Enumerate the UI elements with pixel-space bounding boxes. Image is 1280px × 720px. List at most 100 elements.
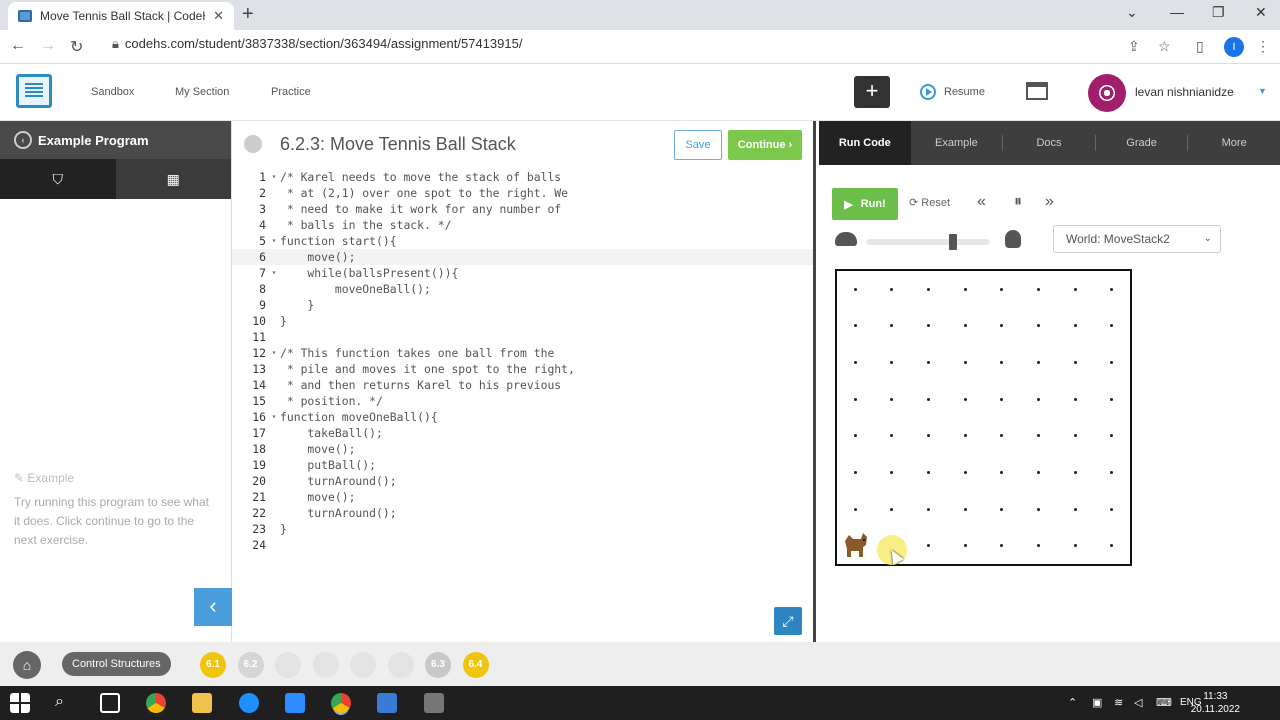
minimize-icon[interactable]: — xyxy=(1170,4,1184,20)
fold-arrow-icon[interactable]: ▾ xyxy=(268,345,280,361)
code-line[interactable]: 7 ▾ while(ballsPresent()){ xyxy=(232,265,813,281)
reload-icon[interactable]: ↻ xyxy=(70,37,83,57)
speed-slider-handle[interactable] xyxy=(949,234,957,250)
chevron-up-icon[interactable]: ⌃ xyxy=(1068,696,1077,709)
chrome-icon[interactable] xyxy=(146,693,166,713)
forward-icon[interactable]: → xyxy=(40,37,56,55)
save-button[interactable]: Save xyxy=(674,130,722,160)
profile-avatar[interactable]: I xyxy=(1224,37,1244,57)
task-view-icon[interactable] xyxy=(100,693,120,713)
code-line[interactable]: 3 * need to make it work for any number … xyxy=(232,201,813,217)
lesson-crumb[interactable]: 6.4 xyxy=(462,652,489,678)
bookmark-star-icon[interactable]: ☆ xyxy=(1158,38,1171,55)
tab-calendar[interactable]: ▦ xyxy=(116,159,232,199)
code-line[interactable]: 22 turnAround(); xyxy=(232,505,813,521)
close-tab-icon[interactable]: ✕ xyxy=(213,8,224,24)
code-line[interactable]: 2 * at (2,1) over one spot to the right.… xyxy=(232,185,813,201)
create-button[interactable]: + xyxy=(854,76,890,108)
edge-icon[interactable] xyxy=(239,693,259,713)
search-icon[interactable]: ⌕ xyxy=(55,693,75,713)
code-line[interactable]: 16 ▾ function moveOneBall(){ xyxy=(232,409,813,425)
url-field[interactable]: 🔒︎ codehs.com/student/3837338/section/363… xyxy=(112,36,522,52)
username[interactable]: levan nishnianidze xyxy=(1135,85,1234,99)
code-line[interactable]: 17 takeBall(); xyxy=(232,425,813,441)
browser-tab[interactable]: Move Tennis Ball Stack | CodeHS ✕ xyxy=(8,2,234,30)
expand-icon[interactable]: ⤢ xyxy=(774,607,802,635)
lesson-crumb[interactable] xyxy=(275,652,301,678)
code-line[interactable]: 5 ▾ function start(){ xyxy=(232,233,813,249)
code-line[interactable]: 14 * and then returns Karel to his previ… xyxy=(232,377,813,393)
unit-breadcrumb[interactable]: Control Structures xyxy=(62,652,171,676)
browser-menu-icon[interactable]: ⋮ xyxy=(1256,38,1270,55)
step-back-icon[interactable]: « xyxy=(977,193,986,211)
share-icon[interactable]: ⇪ xyxy=(1128,38,1140,55)
code-line[interactable]: 4 * balls in the stack. */ xyxy=(232,217,813,233)
code-line[interactable]: 13 * pile and moves it one spot to the r… xyxy=(232,361,813,377)
code-line[interactable]: 19 putBall(); xyxy=(232,457,813,473)
volume-icon[interactable]: ◁ xyxy=(1134,696,1142,709)
lesson-crumb[interactable]: 6.2 xyxy=(237,652,264,678)
code-line[interactable]: 8 moveOneBall(); xyxy=(232,281,813,297)
tab-map[interactable]: ⛉ xyxy=(0,159,116,199)
tab-example[interactable]: Example xyxy=(911,135,1004,151)
fold-arrow-icon[interactable]: ▾ xyxy=(268,265,280,281)
file-explorer-icon[interactable] xyxy=(192,693,212,713)
tab-run-code[interactable]: Run Code xyxy=(819,121,911,165)
zoom-icon[interactable] xyxy=(285,693,305,713)
chevron-down-icon[interactable]: ▼ xyxy=(1258,86,1267,96)
code-line[interactable]: 9 } xyxy=(232,297,813,313)
tray-app-icon[interactable]: ▣ xyxy=(1092,696,1102,709)
remote-app-icon[interactable] xyxy=(377,693,397,713)
step-forward-icon[interactable]: » xyxy=(1045,193,1054,211)
code-line[interactable]: 6 move(); xyxy=(232,249,813,265)
windows-start-icon[interactable] xyxy=(10,693,30,713)
pause-icon[interactable]: ⏸︎ xyxy=(1014,193,1022,211)
reset-button[interactable]: ⟳ Reset xyxy=(909,196,950,209)
collapse-sidebar-button[interactable]: ‹ xyxy=(194,588,232,626)
chrome-active-icon[interactable] xyxy=(331,693,351,713)
nav-my-section[interactable]: My Section xyxy=(175,86,229,98)
back-icon[interactable]: ← xyxy=(10,37,26,55)
restore-icon[interactable]: ❐ xyxy=(1212,4,1225,21)
code-line[interactable]: 21 move(); xyxy=(232,489,813,505)
app-icon[interactable] xyxy=(424,693,444,713)
code-line[interactable]: 20 turnAround(); xyxy=(232,473,813,489)
code-line[interactable]: 10} xyxy=(232,313,813,329)
window-layout-icon[interactable] xyxy=(1026,82,1048,100)
wifi-icon[interactable]: ≋ xyxy=(1114,696,1123,709)
run-button[interactable]: ▶ Run! xyxy=(832,188,898,220)
lesson-crumb[interactable] xyxy=(312,652,339,678)
side-panel-icon[interactable]: ▯ xyxy=(1196,38,1204,55)
code-line[interactable]: 12 ▾/* This function takes one ball from … xyxy=(232,345,813,361)
tab-search-icon[interactable]: ⌄ xyxy=(1126,4,1138,21)
tab-docs[interactable]: Docs xyxy=(1003,135,1096,151)
clock[interactable]: 11:33 20.11.2022 xyxy=(1191,690,1240,716)
continue-button[interactable]: Continue › xyxy=(728,130,802,160)
tab-more[interactable]: More xyxy=(1188,135,1280,151)
lesson-crumb[interactable] xyxy=(387,652,414,678)
code-line[interactable]: 15 * position. */ xyxy=(232,393,813,409)
code-line[interactable]: 24 xyxy=(232,537,813,553)
home-icon[interactable]: ⌂ xyxy=(13,651,41,679)
code-line[interactable]: 1 ▾/* Karel needs to move the stack of ba… xyxy=(232,169,813,185)
code-line[interactable]: 23} xyxy=(232,521,813,537)
tab-grade[interactable]: Grade xyxy=(1096,135,1189,151)
chevron-circle-icon[interactable]: ‹ xyxy=(14,131,32,149)
nav-practice[interactable]: Practice xyxy=(271,86,311,98)
fold-arrow-icon[interactable]: ▾ xyxy=(268,409,280,425)
speed-slider[interactable] xyxy=(866,239,990,245)
lesson-crumb[interactable]: 6.1 xyxy=(200,652,226,678)
resume-button[interactable]: Resume xyxy=(920,84,985,100)
user-avatar[interactable] xyxy=(1088,74,1126,112)
code-line[interactable]: 18 move(); xyxy=(232,441,813,457)
keyboard-icon[interactable]: ⌨ xyxy=(1156,696,1172,709)
fold-arrow-icon[interactable]: ▾ xyxy=(268,233,280,249)
new-tab-icon[interactable]: + xyxy=(242,3,254,26)
close-window-icon[interactable]: ✕ xyxy=(1255,4,1267,21)
gear-icon[interactable] xyxy=(244,135,262,153)
code-line[interactable]: 11 xyxy=(232,329,813,345)
fold-arrow-icon[interactable]: ▾ xyxy=(268,169,280,185)
world-select[interactable]: World: MoveStack2 ⌄ xyxy=(1053,225,1221,253)
code-area[interactable]: 1 ▾/* Karel needs to move the stack of ba… xyxy=(232,169,813,553)
lesson-crumb[interactable]: 6.3 xyxy=(425,652,451,678)
